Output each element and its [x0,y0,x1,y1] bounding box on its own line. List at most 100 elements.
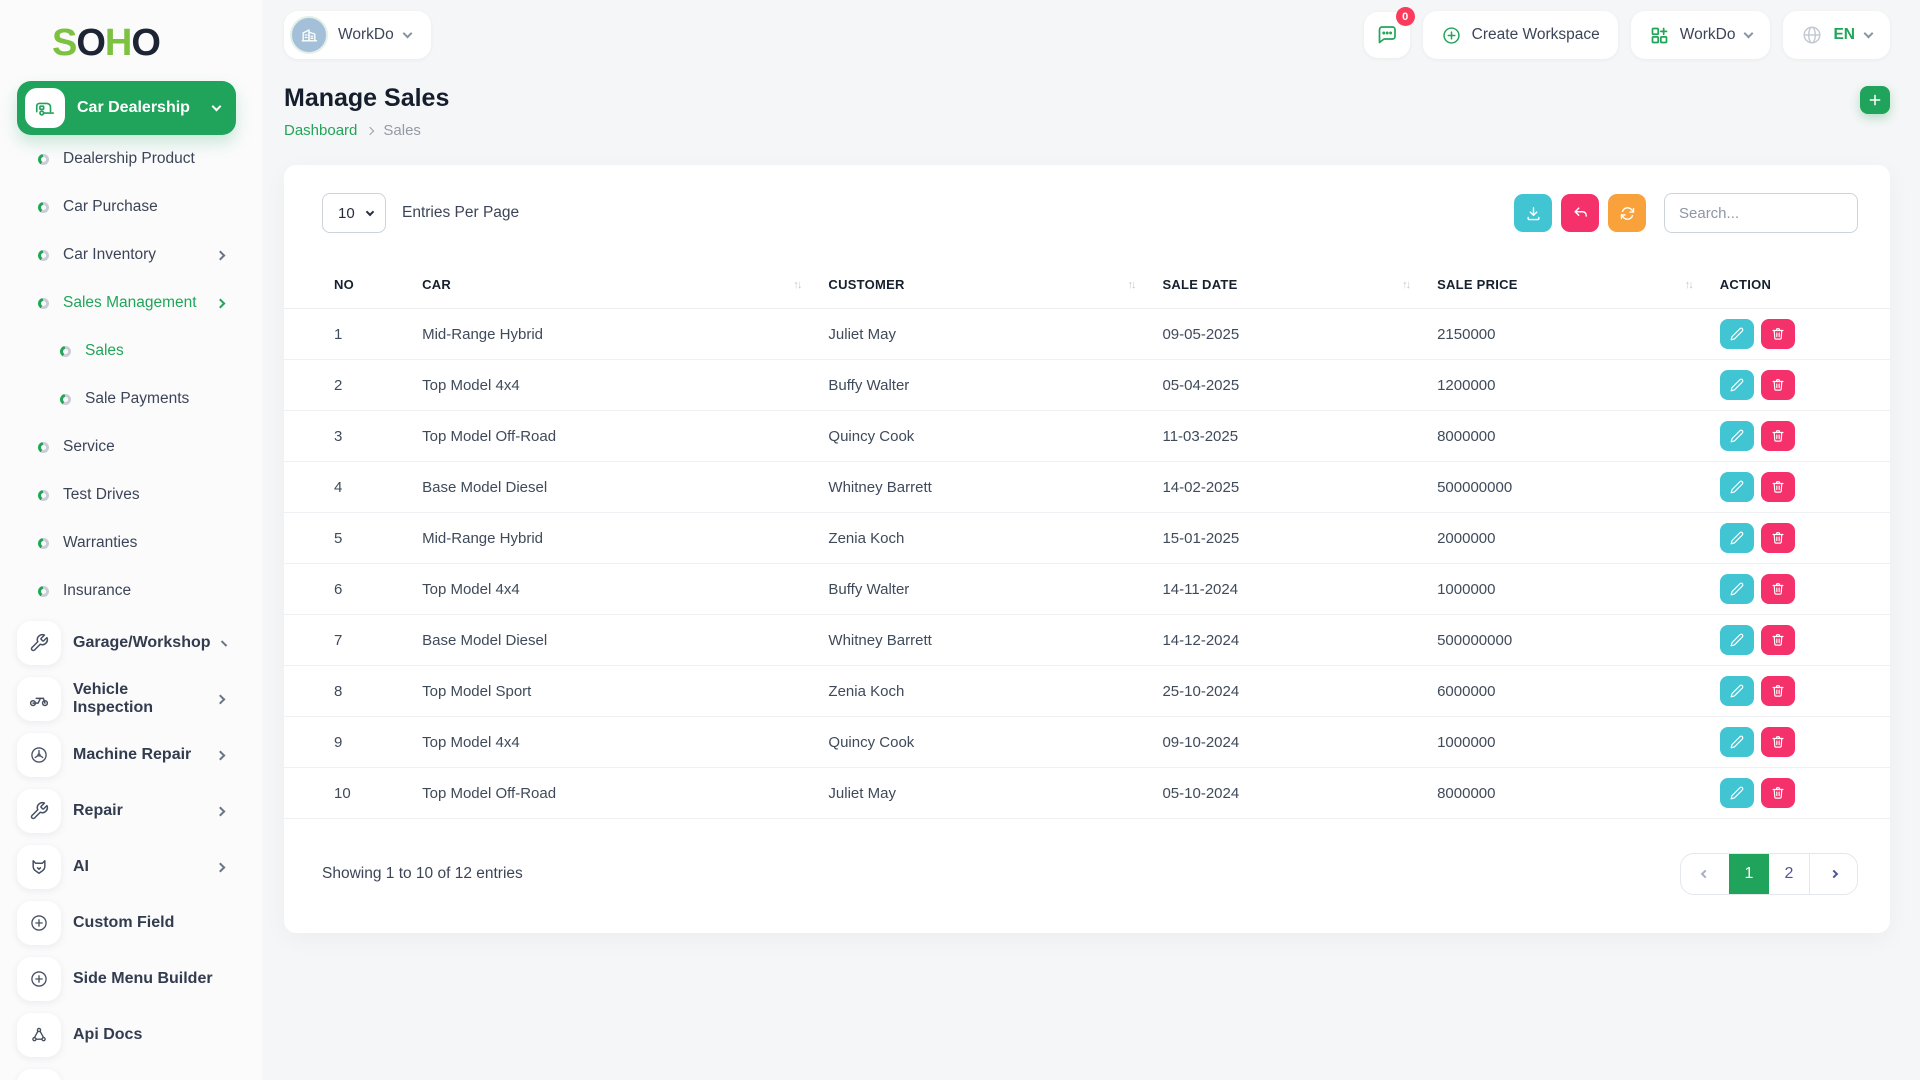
sidebar-item-repair[interactable]: Repair [0,783,262,839]
sidebar-item-label: Sales [85,342,124,359]
delete-button[interactable] [1760,727,1795,757]
edit-button[interactable] [1719,370,1754,400]
cell-customer: Buffy Walter [828,359,1163,411]
trash-icon [1772,328,1784,340]
page-2-button[interactable]: 2 [1769,854,1809,894]
cell-customer: Zenia Koch [828,665,1163,717]
page-1-button[interactable]: 1 [1729,854,1769,894]
sidebar-item-service[interactable]: Service [0,423,262,471]
pencil-icon [1730,633,1744,647]
refresh-icon [1620,206,1634,220]
sort-icon[interactable]: ↑↓ [1127,279,1136,291]
delete-button[interactable] [1760,319,1795,349]
sidebar-item-garage-workshop[interactable]: Garage/Workshop [0,615,262,671]
export-button[interactable] [1514,194,1552,232]
cell-car: Top Model Off-Road [422,767,829,819]
building-icon [290,16,328,54]
column-header-car[interactable]: CAR ↑↓ [422,263,829,309]
trash-icon [1772,481,1784,493]
table-row: 5 Mid-Range Hybrid Zenia Koch 15-01-2025… [284,512,1890,564]
cell-sale-price: 1000000 [1437,716,1720,768]
sidebar-item-ai[interactable]: AI [0,839,262,895]
chevron-right-icon [215,862,226,872]
workspace-selector[interactable]: WorkDo [284,11,431,59]
delete-button[interactable] [1760,574,1795,604]
column-header-sale-price[interactable]: SALE PRICE ↑↓ [1437,263,1720,309]
add-sale-button[interactable] [1860,86,1890,114]
cell-customer: Quincy Cook [828,410,1163,462]
edit-button[interactable] [1719,319,1754,349]
delete-button[interactable] [1760,625,1795,655]
sidebar-item-car-purchase[interactable]: Car Purchase [0,183,262,231]
sidebar-item-sales[interactable]: Sales [0,327,262,375]
workdo-menu-button[interactable]: WorkDo [1630,11,1771,59]
sidebar-item-machine-repair[interactable]: Machine Repair [0,727,262,783]
topbar: WorkDo 0 Create Workspace WorkDo EN [284,0,1890,70]
column-header-customer[interactable]: CUSTOMER ↑↓ [828,263,1163,309]
sidebar-item-partial[interactable] [0,1063,262,1080]
bullet-icon [38,201,49,213]
sidebar-item-side-menu-builder[interactable]: Side Menu Builder [0,951,262,1007]
messages-button[interactable]: 0 [1363,7,1415,58]
sidebar-item-dealership-product[interactable]: Dealership Product [0,135,262,183]
search-input[interactable] [1664,193,1858,233]
prev-page-button[interactable] [1681,854,1729,894]
edit-button[interactable] [1719,625,1754,655]
chevron-right-icon [215,298,226,308]
edit-button[interactable] [1719,574,1754,604]
table-row: 10 Top Model Off-Road Juliet May 05-10-2… [284,767,1890,819]
create-workspace-button[interactable]: Create Workspace [1422,11,1618,59]
delete-button[interactable] [1760,370,1795,400]
brand-logo[interactable]: SOHO [0,0,262,65]
entries-per-page-select[interactable]: 10 [322,193,386,233]
sidebar-item-label: Car Purchase [63,198,158,215]
sidebar-module-car-dealership[interactable]: Car Dealership [17,81,236,135]
delete-button[interactable] [1760,421,1795,451]
trash-icon [1772,430,1784,442]
trash-icon [1772,583,1784,595]
sidebar-item-custom-field[interactable]: Custom Field [0,895,262,951]
edit-button[interactable] [1719,523,1754,553]
trash-icon [1772,379,1784,391]
pencil-icon [1730,429,1744,443]
delete-button[interactable] [1760,676,1795,706]
sort-icon[interactable]: ↑↓ [793,279,802,291]
sort-icon[interactable]: ↑↓ [1402,279,1411,291]
delete-button[interactable] [1760,778,1795,808]
undo-button[interactable] [1561,194,1599,232]
sidebar-item-vehicle-inspection[interactable]: Vehicle Inspection [0,671,262,727]
edit-button[interactable] [1719,472,1754,502]
sales-table-card: 10 Entries Per Page Search... NO CAR ↑↓ … [284,165,1890,933]
cell-sale-date: 09-10-2024 [1162,716,1438,768]
cell-no: 9 [284,716,423,768]
sort-icon[interactable]: ↑↓ [1685,279,1694,291]
column-header-sale-date[interactable]: SALE DATE ↑↓ [1162,263,1438,309]
language-selector[interactable]: EN [1783,11,1890,59]
cell-sale-date: 14-12-2024 [1162,614,1438,666]
cell-customer: Whitney Barrett [828,614,1163,666]
breadcrumb-dashboard-link[interactable]: Dashboard [284,122,357,139]
sidebar-item-warranties[interactable]: Warranties [0,519,262,567]
notification-badge: 0 [1395,7,1415,26]
chevron-right-icon [215,806,226,816]
sidebar-item-car-inventory[interactable]: Car Inventory [0,231,262,279]
edit-button[interactable] [1719,421,1754,451]
refresh-button[interactable] [1608,194,1646,232]
delete-button[interactable] [1760,523,1795,553]
sidebar-item-sale-payments[interactable]: Sale Payments [0,375,262,423]
sidebar-item-label: Dealership Product [63,150,195,167]
edit-button[interactable] [1719,778,1754,808]
delete-button[interactable] [1760,472,1795,502]
next-page-button[interactable] [1809,854,1857,894]
bullet-icon [38,537,49,549]
sidebar-item-insurance[interactable]: Insurance [0,567,262,615]
edit-button[interactable] [1719,727,1754,757]
sidebar-item-label: Insurance [63,582,132,599]
cell-sale-date: 25-10-2024 [1162,665,1438,717]
edit-button[interactable] [1719,676,1754,706]
sidebar-item-test-drives[interactable]: Test Drives [0,471,262,519]
sidebar-item-sales-management[interactable]: Sales Management [0,279,262,327]
sidebar-item-api-docs[interactable]: Api Docs [0,1007,262,1063]
cell-customer: Quincy Cook [828,716,1163,768]
cell-no: 7 [284,614,423,666]
